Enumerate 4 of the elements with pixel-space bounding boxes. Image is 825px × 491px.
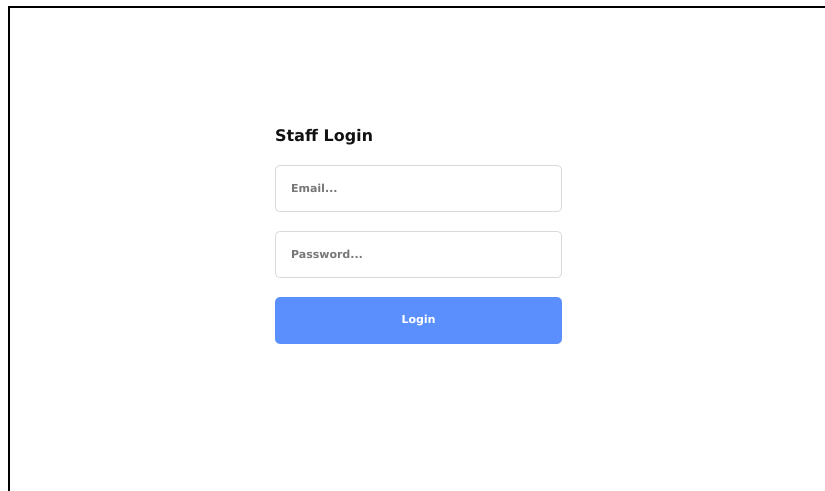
login-title: Staff Login — [275, 125, 374, 147]
email-field[interactable]: Email... — [275, 165, 562, 212]
password-field[interactable]: Password... — [275, 231, 562, 278]
login-button[interactable]: Login — [275, 297, 562, 344]
